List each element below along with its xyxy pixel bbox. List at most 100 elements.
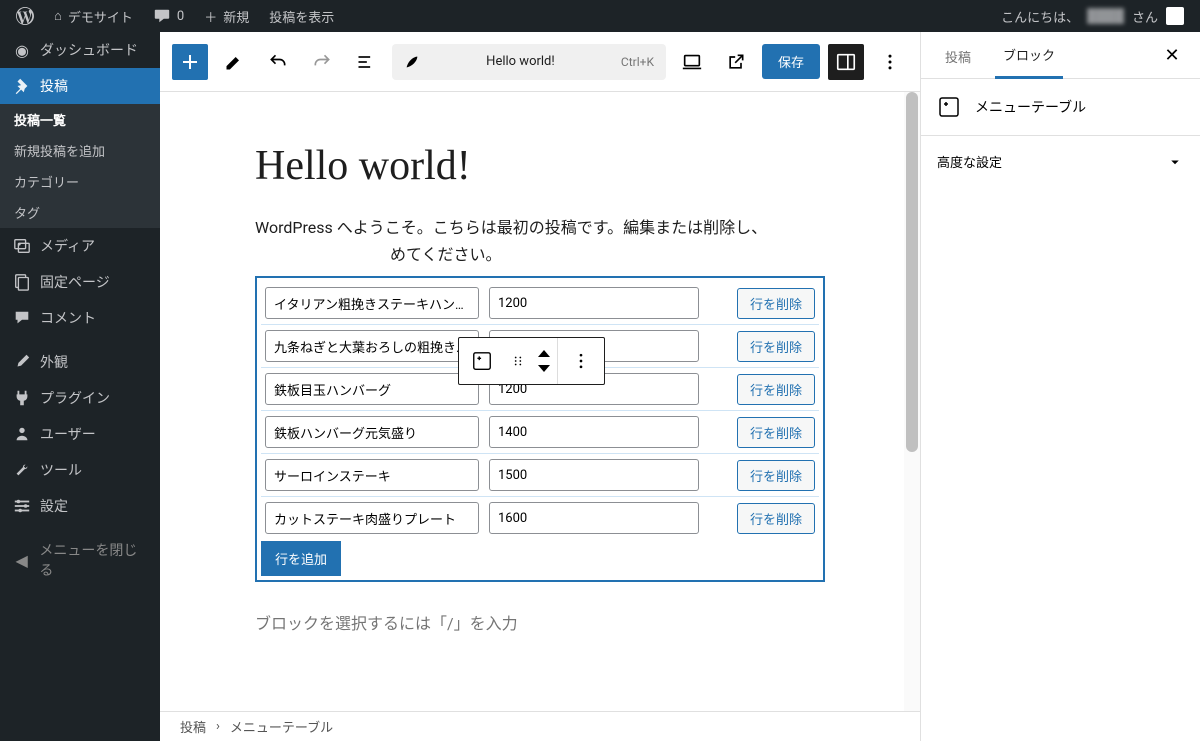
wordpress-logo[interactable] (8, 0, 42, 32)
user-avatar[interactable] (1166, 7, 1184, 25)
breadcrumb-current[interactable]: メニューテーブル (230, 717, 333, 736)
menu-media[interactable]: メディア (0, 228, 160, 264)
menu-posts[interactable]: 投稿 (0, 68, 160, 104)
wordpress-icon (16, 7, 34, 25)
username[interactable]: ████ (1087, 8, 1124, 24)
admin-bar: ⌂ デモサイト 0 ＋ 新規 投稿を表示 こんにちは、 ████ さん (0, 0, 1200, 32)
delete-row-button[interactable]: 行を削除 (737, 331, 815, 362)
new-content[interactable]: ＋ 新規 (196, 0, 257, 32)
table-plus-icon (937, 95, 961, 119)
move-buttons[interactable] (531, 338, 557, 384)
preview-button[interactable] (674, 44, 710, 80)
block-toolbar (458, 337, 605, 385)
sidebar-icon (835, 51, 857, 73)
tab-post[interactable]: 投稿 (937, 33, 979, 78)
close-icon: ✕ (1164, 45, 1179, 66)
breadcrumb-root[interactable]: 投稿 (180, 717, 206, 736)
submenu-tags[interactable]: タグ (0, 197, 160, 228)
editor-toolbar: Hello world! Ctrl+K 保存 (160, 32, 920, 92)
settings-panel: 投稿 ブロック ✕ メニューテーブル 高度な設定 (920, 32, 1200, 741)
comments-link[interactable]: 0 (145, 0, 192, 32)
submenu-posts-new[interactable]: 新規投稿を追加 (0, 135, 160, 166)
outline-button[interactable] (348, 44, 384, 80)
menu-users[interactable]: ユーザー (0, 416, 160, 452)
block-name: メニューテーブル (975, 97, 1086, 117)
menu-name-input[interactable] (265, 373, 479, 405)
undo-button[interactable] (260, 44, 296, 80)
collapse-icon: ◀ (12, 550, 31, 570)
menu-name-input[interactable] (265, 502, 479, 534)
comments-count: 0 (177, 9, 184, 24)
greeting-prefix: こんにちは、 (1001, 7, 1079, 26)
block-appender-hint[interactable]: ブロックを選択するには「/」を入力 (255, 610, 825, 634)
drag-handle[interactable] (505, 338, 531, 384)
chevron-up-icon (537, 350, 551, 358)
tools-icon (12, 460, 32, 480)
redo-button[interactable] (304, 44, 340, 80)
dashboard-icon: ◉ (12, 40, 32, 60)
view-link-button[interactable] (718, 44, 754, 80)
menu-price-input[interactable] (489, 502, 699, 534)
edit-mode-button[interactable] (216, 44, 252, 80)
menu-price-input[interactable] (489, 287, 699, 319)
menu-table-row: 行を削除 (261, 411, 819, 454)
post-title[interactable]: Hello world! (255, 142, 825, 190)
kebab-icon (571, 351, 591, 371)
menu-appearance[interactable]: 外観 (0, 344, 160, 380)
menu-pages[interactable]: 固定ページ (0, 264, 160, 300)
add-block-button[interactable] (172, 44, 208, 80)
delete-row-button[interactable]: 行を削除 (737, 503, 815, 534)
delete-row-button[interactable]: 行を削除 (737, 460, 815, 491)
users-icon (12, 424, 32, 444)
menu-name-input[interactable] (265, 416, 479, 448)
drag-icon (511, 354, 525, 368)
submenu-categories[interactable]: カテゴリー (0, 166, 160, 197)
options-button[interactable] (872, 44, 908, 80)
undo-icon (268, 52, 288, 72)
menu-plugins[interactable]: プラグイン (0, 380, 160, 416)
comment-icon (153, 7, 171, 25)
plus-icon: ＋ (204, 7, 217, 26)
delete-row-button[interactable]: 行を削除 (737, 374, 815, 405)
menu-table-block[interactable]: 行を削除行を削除行を削除行を削除行を削除行を削除行を追加 (255, 276, 825, 582)
admin-sidebar: ◉ ダッシュボード 投稿 投稿一覧 新規投稿を追加 カテゴリー タグ メディア … (0, 32, 160, 741)
menu-name-input[interactable] (265, 330, 479, 362)
delete-row-button[interactable]: 行を削除 (737, 417, 815, 448)
menu-name-input[interactable] (265, 459, 479, 491)
home-icon: ⌂ (54, 8, 62, 24)
menu-comments[interactable]: コメント (0, 300, 160, 336)
close-panel-button[interactable]: ✕ (1160, 43, 1184, 67)
comments-icon (12, 308, 32, 328)
menu-dashboard[interactable]: ◉ ダッシュボード (0, 32, 160, 68)
block-type-button[interactable] (459, 338, 505, 384)
settings-panel-toggle[interactable] (828, 44, 864, 80)
menu-tools[interactable]: ツール (0, 452, 160, 488)
menu-settings[interactable]: 設定 (0, 488, 160, 524)
block-options-button[interactable] (558, 338, 604, 384)
document-title-bar[interactable]: Hello world! Ctrl+K (392, 44, 666, 80)
tab-block[interactable]: ブロック (995, 32, 1063, 79)
kebab-icon (880, 52, 900, 72)
delete-row-button[interactable]: 行を削除 (737, 288, 815, 319)
site-home[interactable]: ⌂ デモサイト (46, 0, 141, 32)
save-button[interactable]: 保存 (762, 44, 820, 79)
editor-canvas[interactable]: Hello world! WordPress へようこそ。こちらは最初の投稿です… (160, 92, 920, 741)
menu-price-input[interactable] (489, 459, 699, 491)
menu-table-row: 行を削除 (261, 282, 819, 325)
block-breadcrumb: 投稿 › メニューテーブル (160, 711, 920, 741)
advanced-settings-toggle[interactable]: 高度な設定 (921, 135, 1200, 187)
pages-icon (12, 272, 32, 292)
menu-collapse[interactable]: ◀ メニューを閉じる (0, 532, 160, 588)
list-icon (356, 52, 376, 72)
redo-icon (312, 52, 332, 72)
site-name: デモサイト (68, 7, 133, 26)
post-paragraph[interactable]: WordPress へようこそ。こちらは最初の投稿です。編集または削除し、めてく… (255, 214, 825, 268)
menu-price-input[interactable] (489, 416, 699, 448)
view-post[interactable]: 投稿を表示 (261, 0, 342, 32)
submenu-posts-list[interactable]: 投稿一覧 (0, 104, 160, 135)
block-card: メニューテーブル (921, 79, 1200, 135)
add-row-button[interactable]: 行を追加 (261, 541, 341, 576)
scrollbar[interactable] (904, 92, 920, 711)
menu-name-input[interactable] (265, 287, 479, 319)
pencil-icon (224, 52, 244, 72)
